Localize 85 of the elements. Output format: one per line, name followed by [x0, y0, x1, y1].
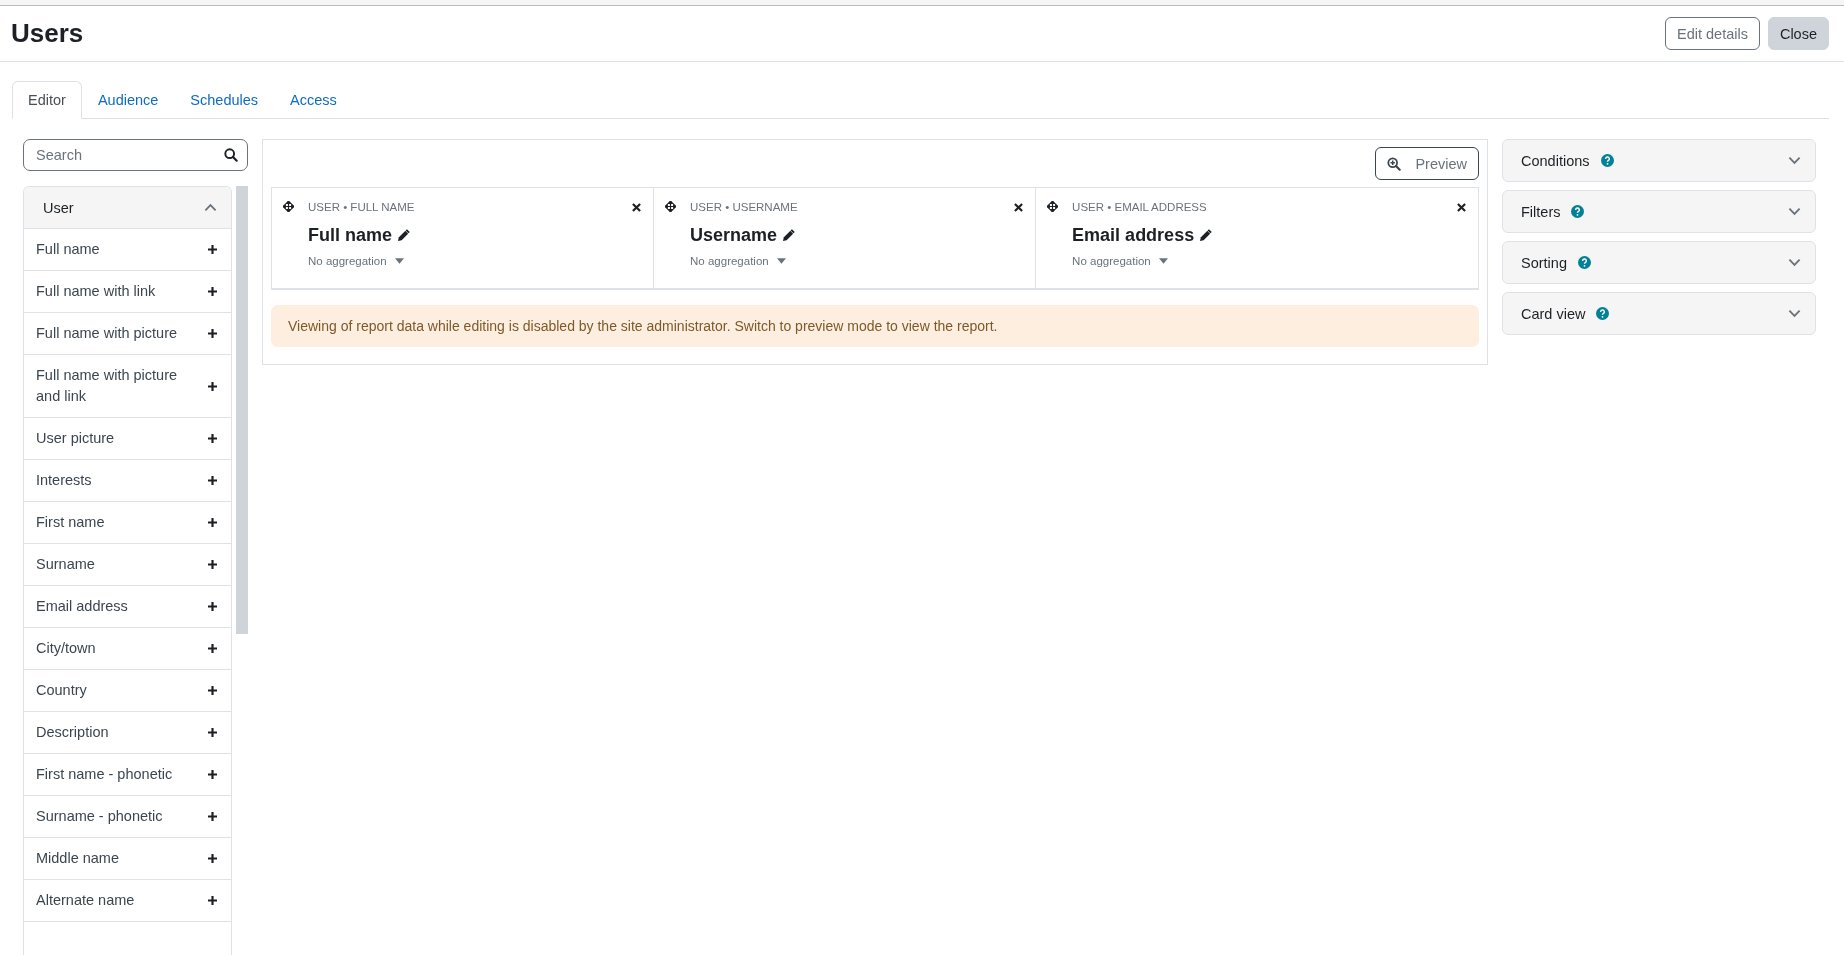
- plus-icon: [208, 602, 218, 611]
- plus-icon: [208, 476, 218, 485]
- search-icon: [224, 148, 238, 162]
- chevron-down-icon: [1788, 309, 1801, 318]
- remove-icon[interactable]: [1457, 203, 1466, 212]
- edit-details-button[interactable]: Edit details: [1665, 17, 1760, 50]
- chevron-up-icon: [204, 203, 218, 212]
- settings-panel-header[interactable]: Conditions: [1502, 139, 1816, 182]
- sidebar-item[interactable]: Full name with picture and link: [24, 355, 232, 418]
- chevron-down-icon: [1788, 258, 1801, 267]
- section-header[interactable]: User: [24, 187, 232, 229]
- plus-icon: [208, 686, 218, 695]
- aggregation-dropdown[interactable]: No aggregation: [1072, 255, 1168, 267]
- sidebar-item[interactable]: Surname - phonetic: [24, 796, 232, 838]
- column-heading: Full name: [308, 225, 392, 246]
- notice-alert: Viewing of report data while editing is disabled by the site administrator. Switch to preview mode to view the report.: [271, 305, 1479, 347]
- chevron-down-icon: [1788, 156, 1801, 165]
- move-icon[interactable]: [1047, 201, 1059, 212]
- zoom-in-icon: [1387, 156, 1402, 171]
- plus-icon: [208, 329, 218, 338]
- column-source: USER • USERNAME: [690, 201, 799, 213]
- help-icon[interactable]: [1600, 154, 1614, 167]
- move-icon[interactable]: [665, 201, 677, 212]
- sidebar-item[interactable]: City/town: [24, 628, 232, 670]
- panel-title: Filters: [1521, 203, 1561, 220]
- sidebar-item[interactable]: Full name with picture: [24, 313, 232, 355]
- plus-icon: [208, 434, 218, 443]
- tab[interactable]: Schedules: [174, 81, 275, 119]
- pencil-icon[interactable]: [782, 229, 796, 242]
- panel-title: Card view: [1521, 305, 1586, 322]
- plus-icon: [208, 770, 218, 779]
- sidebar-item[interactable]: Alternate name: [24, 880, 232, 922]
- close-button[interactable]: Close: [1767, 17, 1829, 50]
- panel-title: Conditions: [1521, 152, 1590, 169]
- remove-icon[interactable]: [1014, 203, 1024, 212]
- sidebar-item[interactable]: Full name with link: [24, 271, 232, 313]
- sidebar-item[interactable]: First name: [24, 502, 232, 544]
- plus-icon: [208, 381, 218, 391]
- remove-icon[interactable]: [632, 203, 642, 212]
- column-heading: Username: [690, 225, 778, 246]
- pencil-icon[interactable]: [397, 229, 410, 242]
- sidebar-item[interactable]: Description: [24, 712, 232, 754]
- sidebar-item[interactable]: Interests: [24, 460, 232, 502]
- caret-down-icon: [394, 258, 404, 264]
- scrollbar[interactable]: [236, 186, 248, 634]
- aggregation-dropdown[interactable]: No aggregation: [308, 255, 404, 267]
- help-icon[interactable]: [1596, 307, 1610, 320]
- preview-button[interactable]: Preview: [1375, 147, 1479, 180]
- plus-icon: [208, 812, 218, 821]
- plus-icon: [208, 728, 218, 737]
- settings-panel-header[interactable]: Card view: [1502, 292, 1816, 335]
- column-heading: Email address: [1072, 225, 1195, 246]
- sidebar-item[interactable]: First name - phonetic: [24, 754, 232, 796]
- sidebar-item[interactable]: Email address: [24, 586, 232, 628]
- plus-icon: [208, 896, 218, 905]
- panel-title: Sorting: [1521, 254, 1567, 271]
- column-source: USER • EMAIL ADDRESS: [1072, 201, 1208, 213]
- move-icon[interactable]: [283, 201, 294, 212]
- sidebar-item[interactable]: Surname: [24, 544, 232, 586]
- plus-icon: [208, 560, 218, 569]
- sidebar-item[interactable]: Middle name: [24, 838, 232, 880]
- tab[interactable]: Audience: [81, 81, 175, 119]
- plus-icon: [208, 644, 218, 653]
- section-title: User: [43, 199, 74, 216]
- search-field[interactable]: Search: [23, 139, 248, 171]
- help-icon[interactable]: [1577, 256, 1591, 269]
- tab[interactable]: Access: [274, 81, 353, 119]
- help-icon[interactable]: [1571, 205, 1585, 218]
- tab[interactable]: Editor: [12, 81, 82, 119]
- pencil-icon[interactable]: [1199, 229, 1213, 242]
- page-title: Users: [11, 18, 84, 49]
- sidebar-item[interactable]: User picture: [24, 418, 232, 460]
- plus-icon: [208, 245, 218, 254]
- aggregation-dropdown[interactable]: No aggregation: [690, 255, 786, 267]
- plus-icon: [208, 854, 218, 863]
- plus-icon: [208, 287, 218, 296]
- sidebar-item[interactable]: Full name: [24, 229, 232, 271]
- settings-panel-header[interactable]: Sorting: [1502, 241, 1816, 284]
- column-source: USER • FULL NAME: [308, 201, 416, 213]
- sidebar-item[interactable]: Country: [24, 670, 232, 712]
- chevron-down-icon: [1788, 207, 1801, 216]
- plus-icon: [208, 518, 218, 527]
- caret-down-icon: [776, 258, 786, 264]
- caret-down-icon: [1158, 258, 1168, 264]
- settings-panel-header[interactable]: Filters: [1502, 190, 1816, 233]
